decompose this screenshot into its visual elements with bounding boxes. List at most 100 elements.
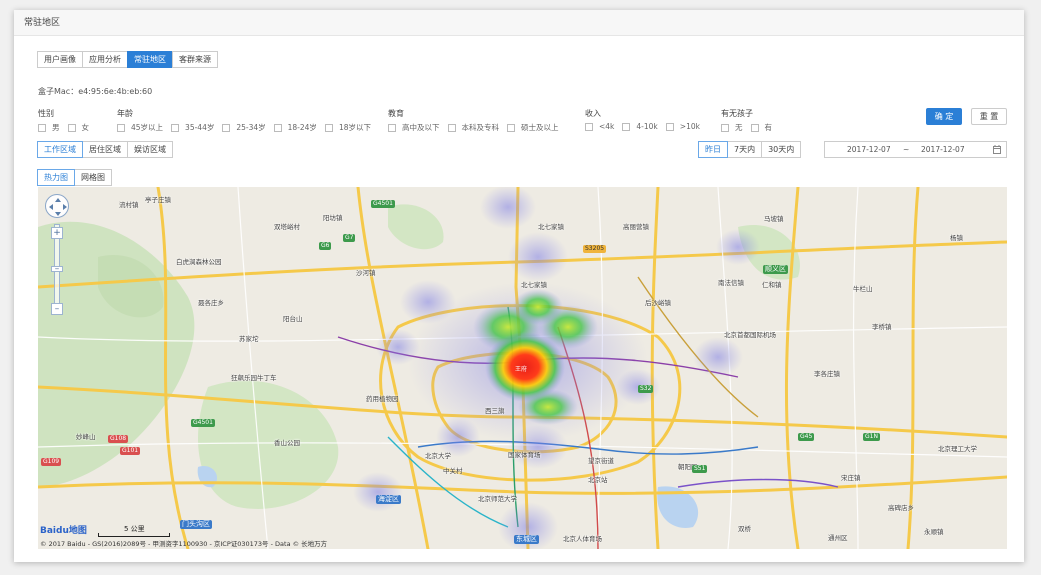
checkbox[interactable] [388,123,396,132]
map-copyright: © 2017 Baidu - GS(2016)2089号 - 甲测资字11009… [40,540,328,548]
date-range-picker[interactable]: 2017-12-07 ~ 2017-12-07 [824,141,1007,158]
checkbox[interactable] [622,122,631,131]
tab-yesterday[interactable]: 昨日 [698,141,728,158]
map-label: 香山公园 [274,439,300,447]
map-label: 亭子庄镇 [145,196,171,204]
gender-male-option[interactable]: 男 [38,122,60,133]
filter-age-label: 年龄 [117,109,133,118]
scale-bar [98,533,170,537]
tab-living-area[interactable]: 居住区域 [82,141,128,158]
pan-arrows-icon [49,198,67,216]
income-gt10k-option[interactable]: >10k [665,122,700,131]
edu-master-option[interactable]: 硕士及以上 [507,122,559,133]
age-45plus-option[interactable]: 45岁以上 [117,122,163,133]
map-label: 双塔峪村 [274,223,300,231]
zoom-handle[interactable]: – [51,265,63,274]
checkbox[interactable] [67,123,76,132]
filter-income-label: 收入 [585,109,601,118]
zoom-out-button[interactable]: – [51,303,63,315]
checkbox[interactable] [447,123,456,132]
tab-grid-map[interactable]: 网格图 [74,169,112,186]
map-label: 永顺镇 [924,528,944,536]
age-35-44-option[interactable]: 35-44岁 [171,122,214,133]
age-25-34-option[interactable]: 25-34岁 [222,122,266,133]
checkbox[interactable] [117,123,125,132]
confirm-button[interactable]: 确 定 [926,108,962,125]
checkbox[interactable] [171,123,180,132]
tab-7-days[interactable]: 7天内 [727,141,763,158]
map-label: 妙峰山 [76,433,96,441]
checkbox[interactable] [665,122,674,131]
edu-highschool-option[interactable]: 高中及以下 [388,122,440,133]
age-under18-option[interactable]: 18岁以下 [324,122,371,133]
tab-customer-source[interactable]: 客群来源 [172,51,218,68]
map-navigation-control: + – – [45,194,69,315]
map-label: 高碑店乡 [888,504,914,512]
checkbox[interactable] [585,122,593,131]
map-label: 高丽营镇 [623,223,649,231]
map-label: 后沙峪镇 [645,299,671,307]
checkbox[interactable] [721,123,729,132]
tab-visit-area[interactable]: 娱访区域 [127,141,173,158]
road-badge: G109 [41,458,62,466]
income-lt4k-option[interactable]: <4k [585,122,614,131]
edu-bachelor-option[interactable]: 本科及专科 [447,122,499,133]
map-label: 西三旗 [485,407,505,415]
map-label: 北京大学 [425,452,451,460]
reset-button[interactable]: 重 置 [971,108,1007,125]
calendar-icon[interactable] [993,145,1001,156]
zoom-in-button[interactable]: + [51,227,63,239]
time-range-tabs: 昨日 7天内 30天内 [698,141,802,158]
road-badge: G4501 [371,200,395,208]
map-label: 望京街道 [588,457,614,465]
date-start: 2017-12-07 [847,145,891,154]
map-label: 苏家坨 [239,335,259,343]
tab-app-analysis[interactable]: 应用分析 [82,51,128,68]
tab-30-days[interactable]: 30天内 [761,141,802,158]
checkbox[interactable] [222,123,231,132]
road-badge: G6 [319,242,332,250]
map-label: 白虎涧森林公园 [176,258,222,266]
children-no-option[interactable]: 无 [721,122,743,133]
map-label: 狂飙乐园牛丁车 [231,374,277,382]
map-label: 流村镇 [119,201,139,209]
hotspot-label: 王府 [515,366,528,373]
gender-female-option[interactable]: 女 [67,122,89,133]
children-yes-option[interactable]: 有 [750,122,772,133]
tab-work-area[interactable]: 工作区域 [37,141,83,158]
map-label: 北京理工大学 [938,445,977,453]
main-panel: 常驻地区 用户画像 应用分析 常驻地区 客群来源 盒子Mac：e4:95:6e:… [14,10,1024,562]
map-label: 马坡镇 [764,215,784,223]
road-badge: G7 [343,234,356,242]
checkbox[interactable] [324,123,333,132]
panel-title: 常驻地区 [14,10,1024,36]
checkbox[interactable] [38,123,46,132]
map-label: 北京师范大学 [478,495,517,503]
district-badge: 门头沟区 [180,520,212,529]
checkbox[interactable] [273,123,282,132]
map-label: 阳坊镇 [323,214,343,222]
date-end: 2017-12-07 [921,145,965,154]
road-badge: G1N [863,433,880,441]
age-18-24-option[interactable]: 18-24岁 [273,122,317,133]
tab-resident-area[interactable]: 常驻地区 [127,51,173,68]
filter-age: 年龄 45岁以上 35-44岁 25-34岁 18-24岁 18岁以下 [117,108,379,133]
tab-heatmap[interactable]: 热力图 [37,169,75,186]
checkbox[interactable] [507,123,515,132]
map-label: 北京人体育场 [563,535,602,543]
road-badge: G4501 [191,419,215,427]
map-label: 双桥 [738,525,751,533]
income-4-10k-option[interactable]: 4-10k [622,122,658,131]
main-tabs: 用户画像 应用分析 常驻地区 客群来源 [37,51,218,68]
map-label: 杨镇 [950,234,963,242]
checkbox[interactable] [750,123,759,132]
tab-user-portrait[interactable]: 用户画像 [37,51,83,68]
area-tabs: 工作区域 居住区域 娱访区域 [37,141,173,158]
filter-children-label: 有无孩子 [721,109,753,118]
map-label: 北京站 [588,476,608,484]
map-label: 北七家镇 [521,281,547,289]
heatmap-map[interactable]: 亭子庄镇 流村镇 双塔峪村 阳坊镇 北七家镇 高丽营镇 白虎涧森林公园 沙河镇 … [38,187,1007,549]
filter-gender: 性别 男 女 [38,108,97,133]
map-label: 中关村 [443,467,463,475]
pan-control[interactable] [45,194,69,218]
